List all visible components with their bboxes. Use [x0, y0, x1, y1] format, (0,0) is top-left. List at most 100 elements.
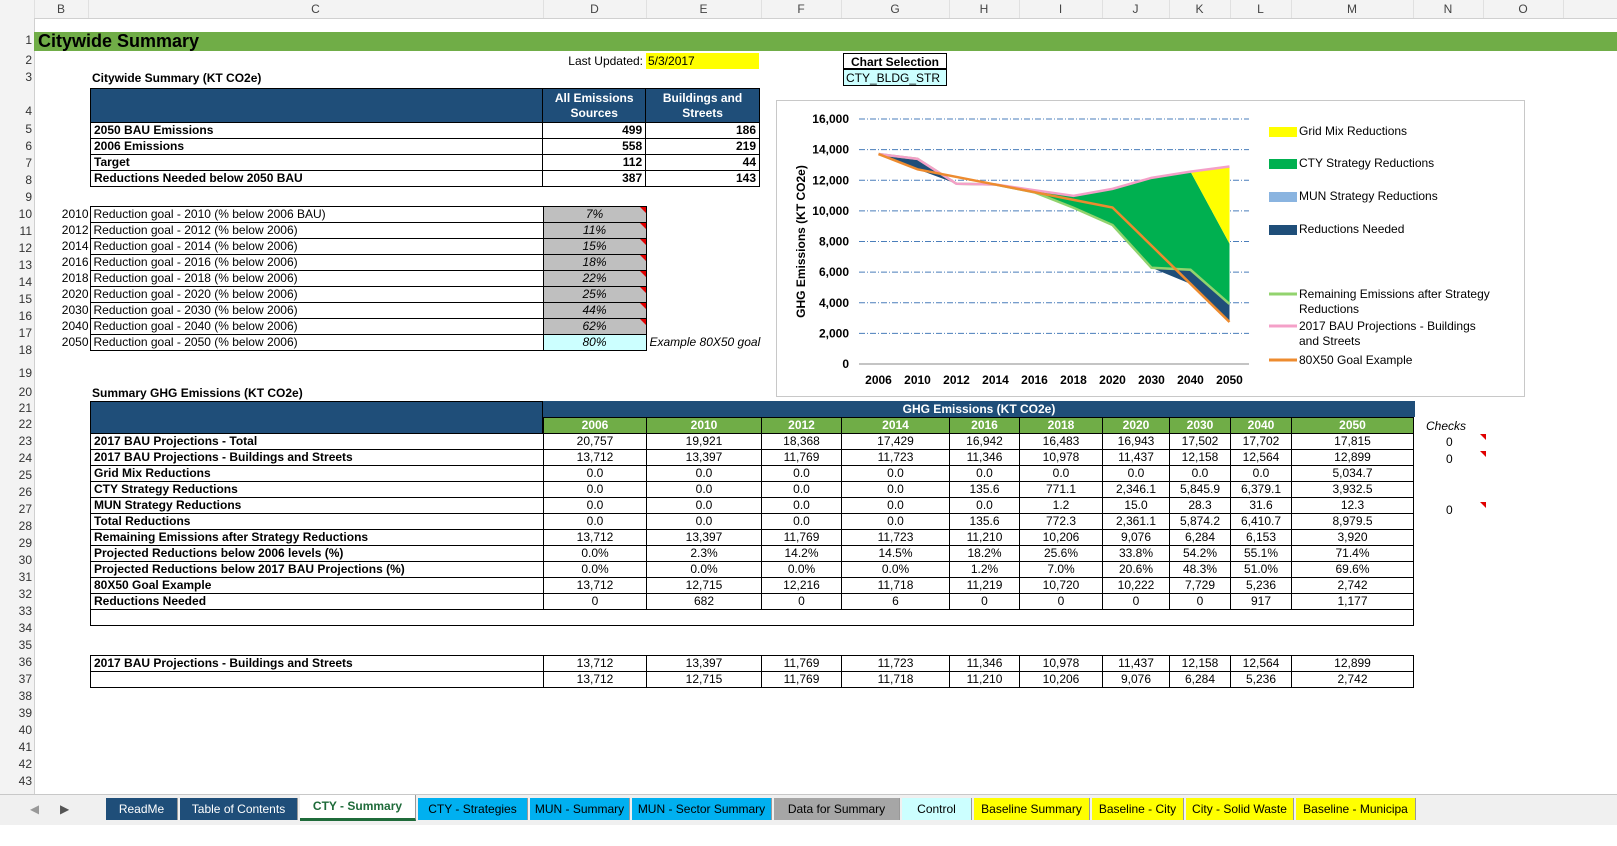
goal-value[interactable]: 80% — [542, 334, 647, 351]
goal-value[interactable]: 44% — [542, 302, 647, 319]
table-cell[interactable]: 11,718 — [841, 577, 950, 594]
goal-label[interactable]: Reduction goal - 2014 (% below 2006) — [89, 238, 544, 255]
row-label[interactable]: Total Reductions — [90, 513, 544, 530]
sheet-tab[interactable]: Table of Contents — [180, 798, 298, 820]
column-header[interactable]: E — [646, 0, 762, 18]
row-header[interactable]: 38 — [0, 689, 32, 703]
table-cell[interactable]: 18,368 — [761, 433, 842, 450]
table-cell[interactable]: 55.1% — [1230, 545, 1292, 562]
row-header[interactable]: 24 — [0, 451, 32, 465]
row-header[interactable]: 34 — [0, 621, 32, 635]
cell-all[interactable]: 558 — [542, 138, 647, 155]
table-cell[interactable]: 0.0 — [841, 513, 950, 530]
goal-label[interactable]: Reduction goal - 2020 (% below 2006) — [89, 286, 544, 303]
table-cell[interactable]: 0.0 — [841, 481, 950, 498]
table-cell[interactable]: 0.0 — [949, 465, 1020, 482]
table-cell[interactable]: 12,715 — [646, 577, 762, 594]
table-cell[interactable]: 3,920 — [1291, 529, 1414, 546]
goal-value[interactable]: 22% — [542, 270, 647, 287]
table-cell[interactable]: 5,236 — [1230, 577, 1292, 594]
table-cell[interactable]: 772.3 — [1019, 513, 1103, 530]
table-cell[interactable]: 0.0 — [761, 497, 842, 514]
table-cell[interactable]: 0.0 — [646, 513, 762, 530]
row-header[interactable]: 3 — [0, 70, 32, 84]
table-cell[interactable]: 10,206 — [1019, 671, 1103, 688]
table-cell[interactable]: 2,346.1 — [1102, 481, 1170, 498]
table-cell[interactable]: 11,346 — [949, 655, 1020, 672]
row-header[interactable]: 40 — [0, 723, 32, 737]
table-cell[interactable]: 12,715 — [646, 671, 762, 688]
table-cell[interactable]: 0.0 — [1169, 465, 1231, 482]
table-cell[interactable]: 13,397 — [646, 449, 762, 466]
column-header[interactable]: K — [1169, 0, 1231, 18]
row-header[interactable]: 43 — [0, 774, 32, 788]
table-cell[interactable]: 0.0 — [949, 497, 1020, 514]
column-header[interactable]: L — [1230, 0, 1292, 18]
table-cell[interactable]: 16,942 — [949, 433, 1020, 450]
table-cell[interactable]: 11,346 — [949, 449, 1020, 466]
row-header[interactable]: 17 — [0, 326, 32, 340]
sheet-tab[interactable]: Control — [902, 798, 972, 820]
table-cell[interactable]: 69.6% — [1291, 561, 1414, 578]
cell-all[interactable]: 387 — [542, 170, 647, 187]
table-cell[interactable]: 54.2% — [1169, 545, 1231, 562]
last-updated-value[interactable]: 5/3/2017 — [646, 53, 759, 69]
row-label[interactable]: Projected Reductions below 2006 levels (… — [90, 545, 544, 562]
row-header[interactable]: 15 — [0, 292, 32, 306]
table-cell[interactable]: 12,216 — [761, 577, 842, 594]
table-cell[interactable]: 0 — [949, 593, 1020, 610]
column-header[interactable]: I — [1019, 0, 1103, 18]
sheet-tab[interactable]: Baseline - Municipa — [1296, 798, 1416, 820]
table-cell[interactable]: 12,564 — [1230, 655, 1292, 672]
row-label[interactable]: Remaining Emissions after Strategy Reduc… — [90, 529, 544, 546]
table-cell[interactable]: 10,978 — [1019, 449, 1103, 466]
table-cell[interactable]: 0 — [1169, 593, 1231, 610]
table-cell[interactable]: 1.2 — [1019, 497, 1103, 514]
goal-label[interactable]: Reduction goal - 2016 (% below 2006) — [89, 254, 544, 271]
table-cell[interactable]: 5,845.9 — [1169, 481, 1231, 498]
cell-bld[interactable]: 143 — [645, 170, 760, 187]
table-cell[interactable]: 12,899 — [1291, 655, 1414, 672]
row-header[interactable]: 33 — [0, 604, 32, 618]
table-cell[interactable]: 5,236 — [1230, 671, 1292, 688]
row-label[interactable]: Target — [89, 154, 544, 171]
row-header[interactable]: 20 — [0, 385, 32, 399]
table-cell[interactable]: 771.1 — [1019, 481, 1103, 498]
goal-label[interactable]: Reduction goal - 2050 (% below 2006) — [89, 334, 544, 351]
table-cell[interactable]: 10,720 — [1019, 577, 1103, 594]
table-cell[interactable]: 28.3 — [1169, 497, 1231, 514]
column-header[interactable]: C — [88, 0, 544, 18]
table-cell[interactable]: 15.0 — [1102, 497, 1170, 514]
check-value[interactable]: 0 — [1446, 451, 1453, 467]
row-header[interactable]: 8 — [0, 173, 32, 187]
goal-label[interactable]: Reduction goal - 2010 (% below 2006 BAU) — [89, 206, 544, 223]
table-cell[interactable]: 0.0 — [841, 465, 950, 482]
row-header[interactable]: 6 — [0, 139, 32, 153]
row-header[interactable]: 42 — [0, 757, 32, 771]
table-cell[interactable]: 6,284 — [1169, 529, 1231, 546]
table-cell[interactable]: 11,723 — [841, 529, 950, 546]
table-cell[interactable]: 17,815 — [1291, 433, 1414, 450]
table-cell[interactable]: 51.0% — [1230, 561, 1292, 578]
table-cell[interactable]: 3,932.5 — [1291, 481, 1414, 498]
goal-label[interactable]: Reduction goal - 2040 (% below 2006) — [89, 318, 544, 335]
column-header[interactable]: G — [841, 0, 950, 18]
table-cell[interactable]: 11,210 — [949, 529, 1020, 546]
table-cell[interactable]: 6 — [841, 593, 950, 610]
goal-label[interactable]: Reduction goal - 2018 (% below 2006) — [89, 270, 544, 287]
table-cell[interactable]: 16,483 — [1019, 433, 1103, 450]
table-cell[interactable]: 13,712 — [543, 671, 647, 688]
table-cell[interactable]: 1.2% — [949, 561, 1020, 578]
row-label[interactable]: 2006 Emissions — [89, 138, 544, 155]
goal-year[interactable]: 2018 — [34, 271, 90, 287]
table-cell[interactable]: 71.4% — [1291, 545, 1414, 562]
goal-label[interactable]: Reduction goal - 2012 (% below 2006) — [89, 222, 544, 239]
row-header[interactable]: 28 — [0, 519, 32, 533]
row-label[interactable]: Projected Reductions below 2017 BAU Proj… — [90, 561, 544, 578]
row-header[interactable]: 5 — [0, 122, 32, 136]
sheet-tab[interactable]: City - Solid Waste — [1186, 798, 1294, 820]
table-cell[interactable]: 0.0 — [761, 465, 842, 482]
row-header[interactable]: 9 — [0, 190, 32, 204]
table-cell[interactable]: 2,742 — [1291, 577, 1414, 594]
table-cell[interactable]: 12,899 — [1291, 449, 1414, 466]
